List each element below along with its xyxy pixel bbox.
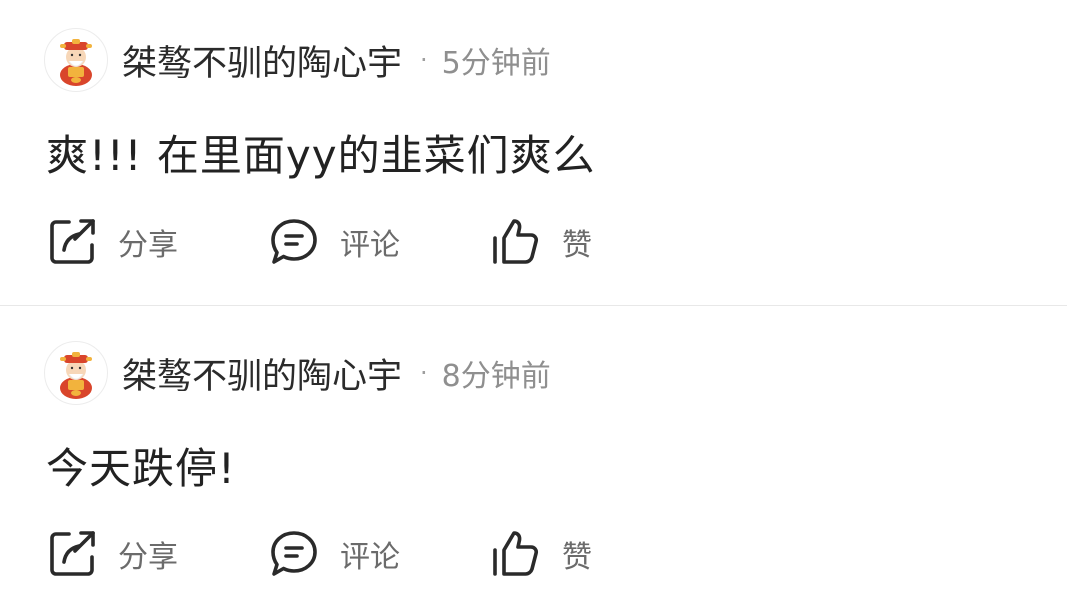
fortune-god-avatar-icon <box>60 352 92 399</box>
share-icon <box>46 528 98 580</box>
share-icon <box>46 216 98 268</box>
post-header: 桀骜不驯的陶心宇 · 5分钟前 <box>44 27 551 93</box>
post-card: 桀骜不驯的陶心宇 · 5分钟前 爽!!! 在里面yy的韭菜们爽么 分享 评论 赞 <box>0 0 1067 305</box>
thumbs-up-icon <box>490 216 542 268</box>
thumbs-up-icon <box>490 528 542 580</box>
comment-icon <box>268 528 320 580</box>
post-actions: 分享 评论 赞 <box>46 524 650 584</box>
post-time: 8分钟前 <box>441 359 551 394</box>
post-content[interactable]: 今天跌停! <box>46 435 236 496</box>
comment-icon <box>268 216 320 268</box>
share-label: 分享 <box>118 228 178 263</box>
post-time: 5分钟前 <box>441 46 551 81</box>
meta-separator: · <box>420 46 428 74</box>
avatar[interactable] <box>44 341 108 405</box>
share-label: 分享 <box>118 540 178 575</box>
comment-button[interactable]: 评论 <box>268 528 490 580</box>
meta-separator: · <box>420 359 428 387</box>
username[interactable]: 桀骜不驯的陶心宇 <box>122 348 402 399</box>
like-button[interactable]: 赞 <box>490 216 650 268</box>
like-label: 赞 <box>562 540 592 575</box>
comment-button[interactable]: 评论 <box>268 216 490 268</box>
username[interactable]: 桀骜不驯的陶心宇 <box>122 35 402 86</box>
post-header: 桀骜不驯的陶心宇 · 8分钟前 <box>44 340 551 406</box>
like-label: 赞 <box>562 228 592 263</box>
fortune-god-avatar-icon <box>60 39 92 86</box>
comment-label: 评论 <box>340 228 400 263</box>
like-button[interactable]: 赞 <box>490 528 650 580</box>
avatar[interactable] <box>44 28 108 92</box>
share-button[interactable]: 分享 <box>46 528 268 580</box>
post-content[interactable]: 爽!!! 在里面yy的韭菜们爽么 <box>46 122 596 183</box>
share-button[interactable]: 分享 <box>46 216 268 268</box>
comment-label: 评论 <box>340 540 400 575</box>
post-actions: 分享 评论 赞 <box>46 212 650 272</box>
post-card: 桀骜不驯的陶心宇 · 8分钟前 今天跌停! 分享 评论 赞 <box>0 305 1067 607</box>
